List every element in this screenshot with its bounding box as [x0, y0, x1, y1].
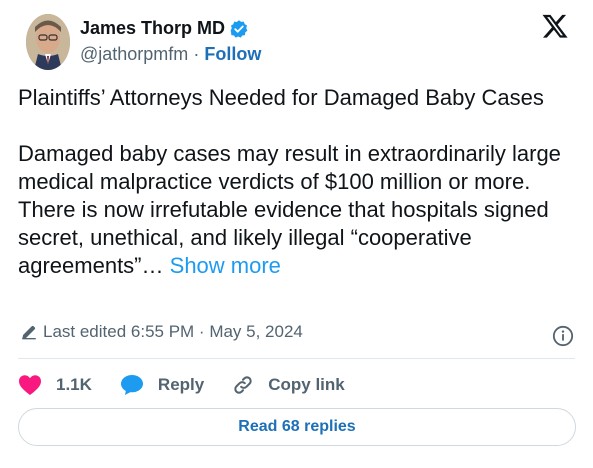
tweet-header: James Thorp MD @jathorpmfm · Follow	[20, 10, 577, 70]
reply-label: Reply	[157, 375, 205, 394]
read-replies-button[interactable]: Read 68 replies	[18, 408, 576, 446]
tweet-text: Plaintiffs’ Attorneys Needed for Damaged…	[18, 84, 578, 280]
handle-row: @jathorpmfm · Follow	[80, 44, 261, 65]
divider	[18, 358, 575, 359]
tweet-headline: Plaintiffs’ Attorneys Needed for Damaged…	[18, 85, 544, 110]
last-edited-row[interactable]: Last edited 6:55 PM · May 5, 2024	[20, 322, 303, 342]
handle-separator: ·	[193, 44, 200, 64]
pencil-icon	[22, 325, 36, 340]
last-edited-text: Last edited 6:55 PM · May 5, 2024	[43, 322, 303, 341]
author-handle[interactable]: @jathorpmfm	[80, 44, 188, 64]
tweet-body: Damaged baby cases may result in extraor…	[18, 140, 578, 280]
tweet-embed-card: James Thorp MD @jathorpmfm · Follow Plai…	[0, 0, 593, 468]
copy-link-button[interactable]: Copy link	[232, 374, 345, 396]
verified-badge-icon	[230, 19, 248, 38]
avatar[interactable]	[26, 14, 70, 70]
reply-button[interactable]: Reply	[120, 374, 204, 396]
heart-icon	[19, 375, 41, 395]
follow-link[interactable]: Follow	[204, 44, 261, 64]
action-bar: 1.1K Reply Copy link	[18, 372, 345, 398]
copy-link-label: Copy link	[268, 375, 345, 394]
show-more-link[interactable]: Show more	[170, 253, 281, 278]
info-icon[interactable]	[552, 325, 574, 347]
like-button[interactable]: 1.1K	[18, 374, 92, 396]
tweet-body-text: Damaged baby cases may result in extraor…	[18, 141, 561, 278]
read-replies-label: Read 68 replies	[238, 418, 356, 435]
like-count: 1.1K	[56, 375, 92, 394]
x-logo-icon[interactable]	[541, 12, 569, 40]
author-name-row: James Thorp MD	[80, 18, 249, 39]
reply-bubble-icon	[120, 375, 143, 395]
author-name[interactable]: James Thorp MD	[80, 18, 225, 39]
link-icon	[234, 376, 252, 394]
